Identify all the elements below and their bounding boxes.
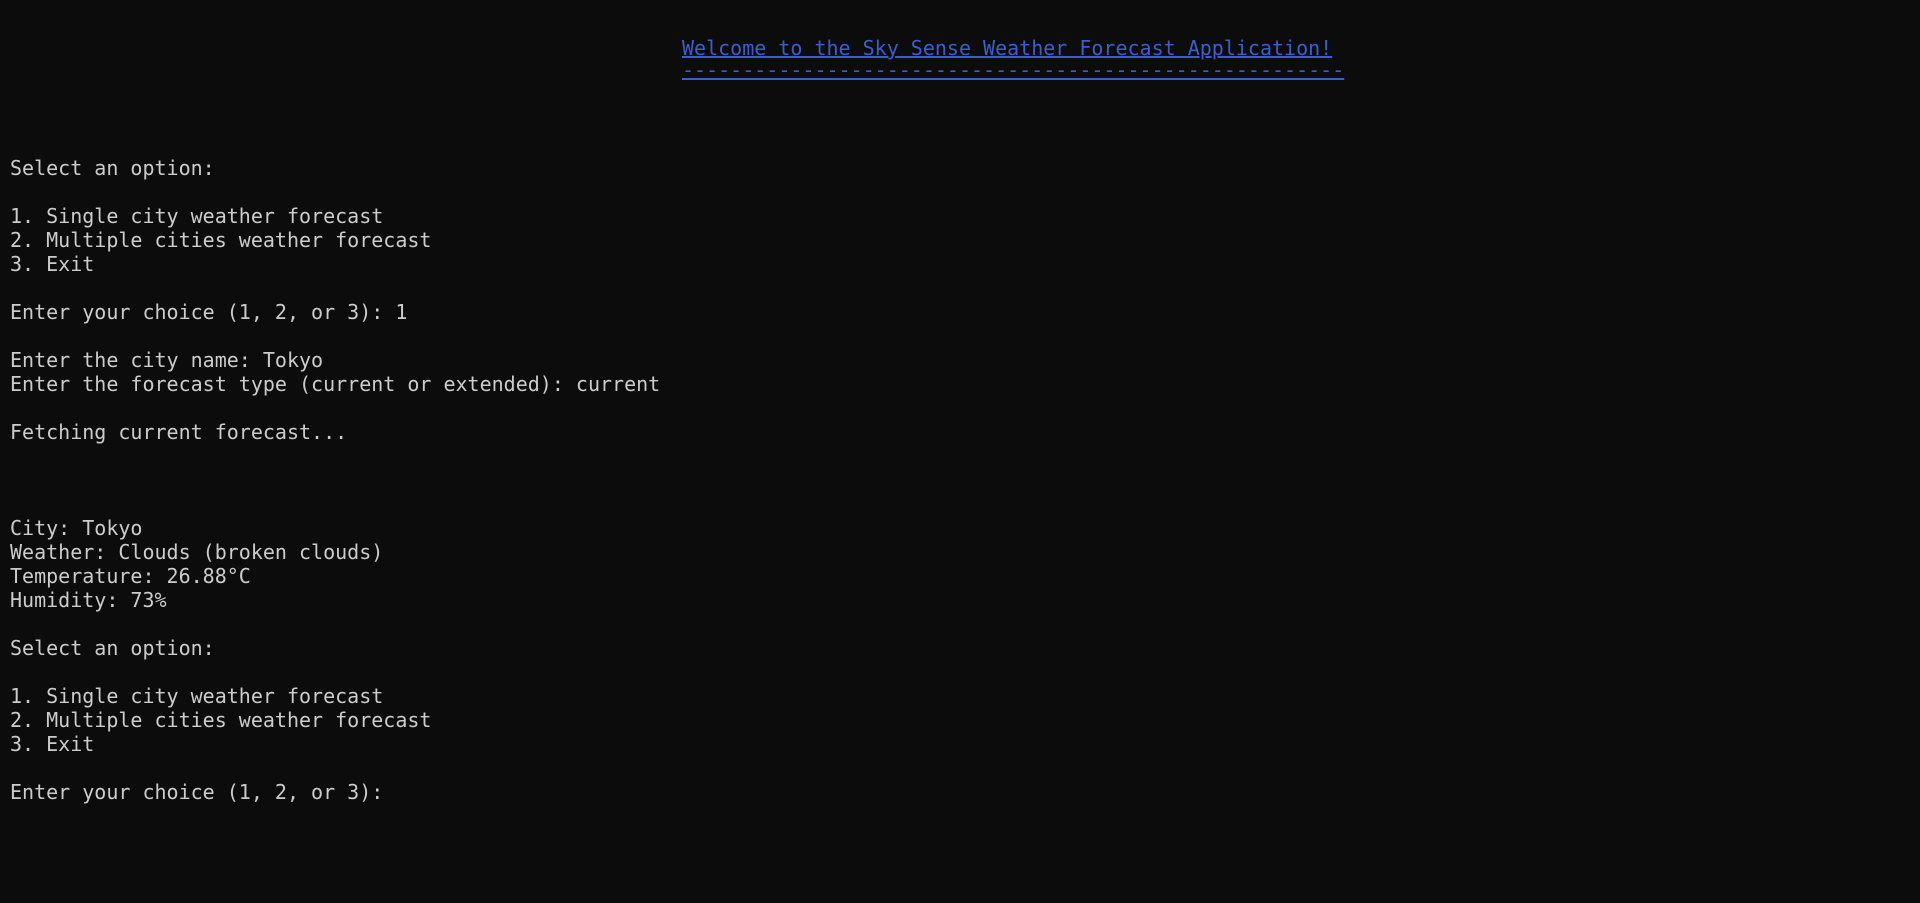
result-city: City: Tokyo: [10, 516, 143, 540]
choice-entry: Enter your choice (1, 2, or 3): 1: [10, 300, 408, 324]
result-humidity: Humidity: 73%: [10, 588, 167, 612]
terminal-window[interactable]: Welcome to the Sky Sense Weather Forecas…: [0, 0, 1920, 903]
menu-prompt: Select an option:: [10, 156, 215, 180]
city-name-entry: Enter the city name: Tokyo: [10, 348, 324, 372]
fetching-status: Fetching current forecast...: [10, 420, 348, 444]
menu-option-exit: 3. Exit: [10, 252, 95, 276]
result-weather: Weather: Clouds (broken clouds): [10, 540, 384, 564]
menu-option-exit: 3. Exit: [10, 732, 95, 756]
menu-option-single-city: 1. Single city weather forecast: [10, 684, 384, 708]
forecast-type-entry: Enter the forecast type (current or exte…: [10, 372, 661, 396]
banner-rule: ----------------------------------------…: [682, 58, 1345, 82]
menu-option-single-city: 1. Single city weather forecast: [10, 204, 384, 228]
choice-input-prompt[interactable]: Enter your choice (1, 2, or 3):: [10, 780, 395, 804]
menu-option-multiple-cities: 2. Multiple cities weather forecast: [10, 708, 432, 732]
menu-prompt: Select an option:: [10, 636, 215, 660]
banner-title: Welcome to the Sky Sense Weather Forecas…: [682, 36, 1333, 60]
menu-option-multiple-cities: 2. Multiple cities weather forecast: [10, 228, 432, 252]
result-temperature: Temperature: 26.88°C: [10, 564, 251, 588]
